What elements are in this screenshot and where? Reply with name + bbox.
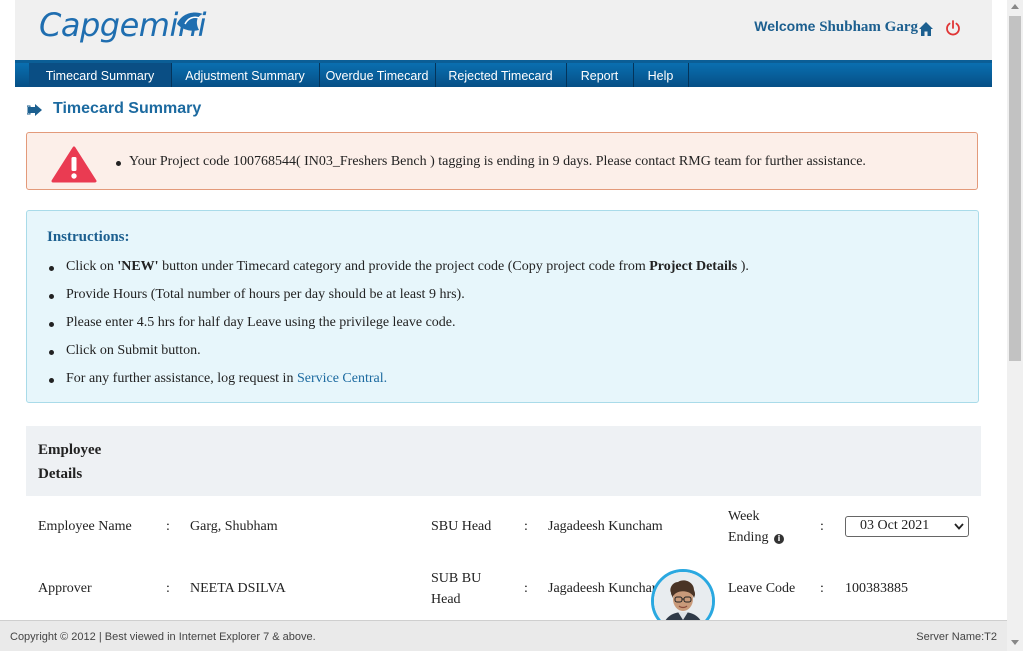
scrollbar-thumb[interactable] — [1009, 16, 1021, 361]
week-ending-selected: 03 Oct 2021 — [860, 518, 930, 533]
instructions-title: Instructions: — [47, 229, 130, 245]
project-tagging-alert: Your Project code 100768544( IN03_Freshe… — [26, 132, 978, 190]
capgemini-spade-icon — [177, 12, 203, 31]
nav-overdue-timecard[interactable]: Overdue Timecard — [319, 63, 436, 87]
colon: : — [524, 581, 528, 596]
instruction-item: For any further assistance, log request … — [49, 371, 387, 387]
instruction-item: Please enter 4.5 hrs for half day Leave … — [49, 315, 456, 331]
bullet — [49, 378, 54, 383]
arrow-right-icon — [27, 104, 42, 116]
colon: : — [166, 519, 170, 534]
week-ending-label: Week Ending i — [728, 506, 788, 548]
week-ending-label-text: Week Ending — [728, 509, 769, 545]
main-nav: Timecard Summary Adjustment Summary Over… — [15, 60, 992, 87]
scroll-down-arrow-icon[interactable] — [1011, 640, 1019, 645]
employee-details-title: Employee Details — [38, 442, 102, 482]
warning-icon — [51, 146, 97, 183]
instruction-text: Click on Submit button. — [66, 343, 201, 358]
week-ending-select[interactable]: 03 Oct 2021 — [845, 516, 969, 537]
instruction-item: Click on 'NEW' button under Timecard cat… — [49, 259, 749, 275]
approver-label: Approver — [38, 581, 92, 596]
instruction-text: Click on — [66, 259, 118, 274]
colon: : — [820, 519, 824, 534]
instruction-text: button under Timecard category and provi… — [158, 259, 650, 274]
welcome-message: Welcome Shubham Garg — [754, 18, 918, 36]
user-name: Shubham Garg — [819, 19, 918, 35]
scroll-up-arrow-icon[interactable] — [1011, 4, 1019, 9]
sub-bu-head-value: Jagadeesh Kuncham — [548, 581, 663, 596]
footer: Copyright © 2012 | Best viewed in Intern… — [0, 620, 1007, 651]
nav-timecard-summary[interactable]: Timecard Summary — [29, 63, 172, 87]
service-central-link[interactable]: Service Central. — [297, 371, 387, 386]
bullet — [116, 161, 121, 166]
copyright-text: Copyright © 2012 | Best viewed in Intern… — [10, 631, 316, 643]
alert-message-text: Your Project code 100768544( IN03_Freshe… — [129, 154, 866, 169]
colon: : — [820, 581, 824, 596]
instruction-text-bold: Project Details — [649, 259, 738, 274]
sub-bu-head-label: SUB BU Head — [431, 571, 482, 607]
home-icon[interactable] — [918, 21, 934, 37]
bullet — [49, 266, 54, 271]
power-icon[interactable] — [945, 20, 961, 36]
bullet — [49, 350, 54, 355]
leave-code-value: 100383885 — [845, 581, 908, 596]
chevron-down-icon — [954, 523, 964, 530]
instruction-item: Provide Hours (Total number of hours per… — [49, 287, 465, 303]
nav-report[interactable]: Report — [566, 63, 634, 87]
colon: : — [166, 581, 170, 596]
welcome-label: Welcome — [754, 18, 816, 34]
vertical-scrollbar[interactable] — [1007, 0, 1023, 651]
page-title: Timecard Summary — [53, 100, 202, 117]
server-name: Server Name:T2 — [916, 631, 997, 643]
nav-help[interactable]: Help — [633, 63, 689, 87]
colon: : — [524, 519, 528, 534]
info-icon[interactable]: i — [773, 534, 784, 544]
instruction-text-bold: 'NEW' — [117, 259, 159, 274]
leave-code-label: Leave Code — [728, 581, 796, 596]
sbu-head-value: Jagadeesh Kuncham — [548, 519, 663, 534]
nav-rejected-timecard[interactable]: Rejected Timecard — [435, 63, 567, 87]
instruction-text: Please enter 4.5 hrs for half day Leave … — [66, 315, 456, 330]
alert-message: Your Project code 100768544( IN03_Freshe… — [116, 154, 866, 170]
bullet — [49, 322, 54, 327]
bullet — [49, 294, 54, 299]
instruction-text: ). — [737, 259, 749, 274]
header: Capgemini Welcome Shubham Garg — [15, 0, 992, 60]
employee-name-value: Garg, Shubham — [190, 519, 278, 534]
instruction-text: Provide Hours (Total number of hours per… — [66, 287, 465, 302]
employee-details-header: Employee Details — [26, 426, 981, 496]
nav-adjustment-summary[interactable]: Adjustment Summary — [171, 63, 320, 87]
instruction-text: For any further assistance, log request … — [66, 371, 297, 386]
approver-value: NEETA DSILVA — [190, 581, 286, 596]
instruction-item: Click on Submit button. — [49, 343, 201, 359]
instructions-panel: Instructions: Click on 'NEW' button unde… — [26, 210, 979, 403]
employee-name-label: Employee Name — [38, 519, 132, 534]
sbu-head-label: SBU Head — [431, 519, 492, 534]
